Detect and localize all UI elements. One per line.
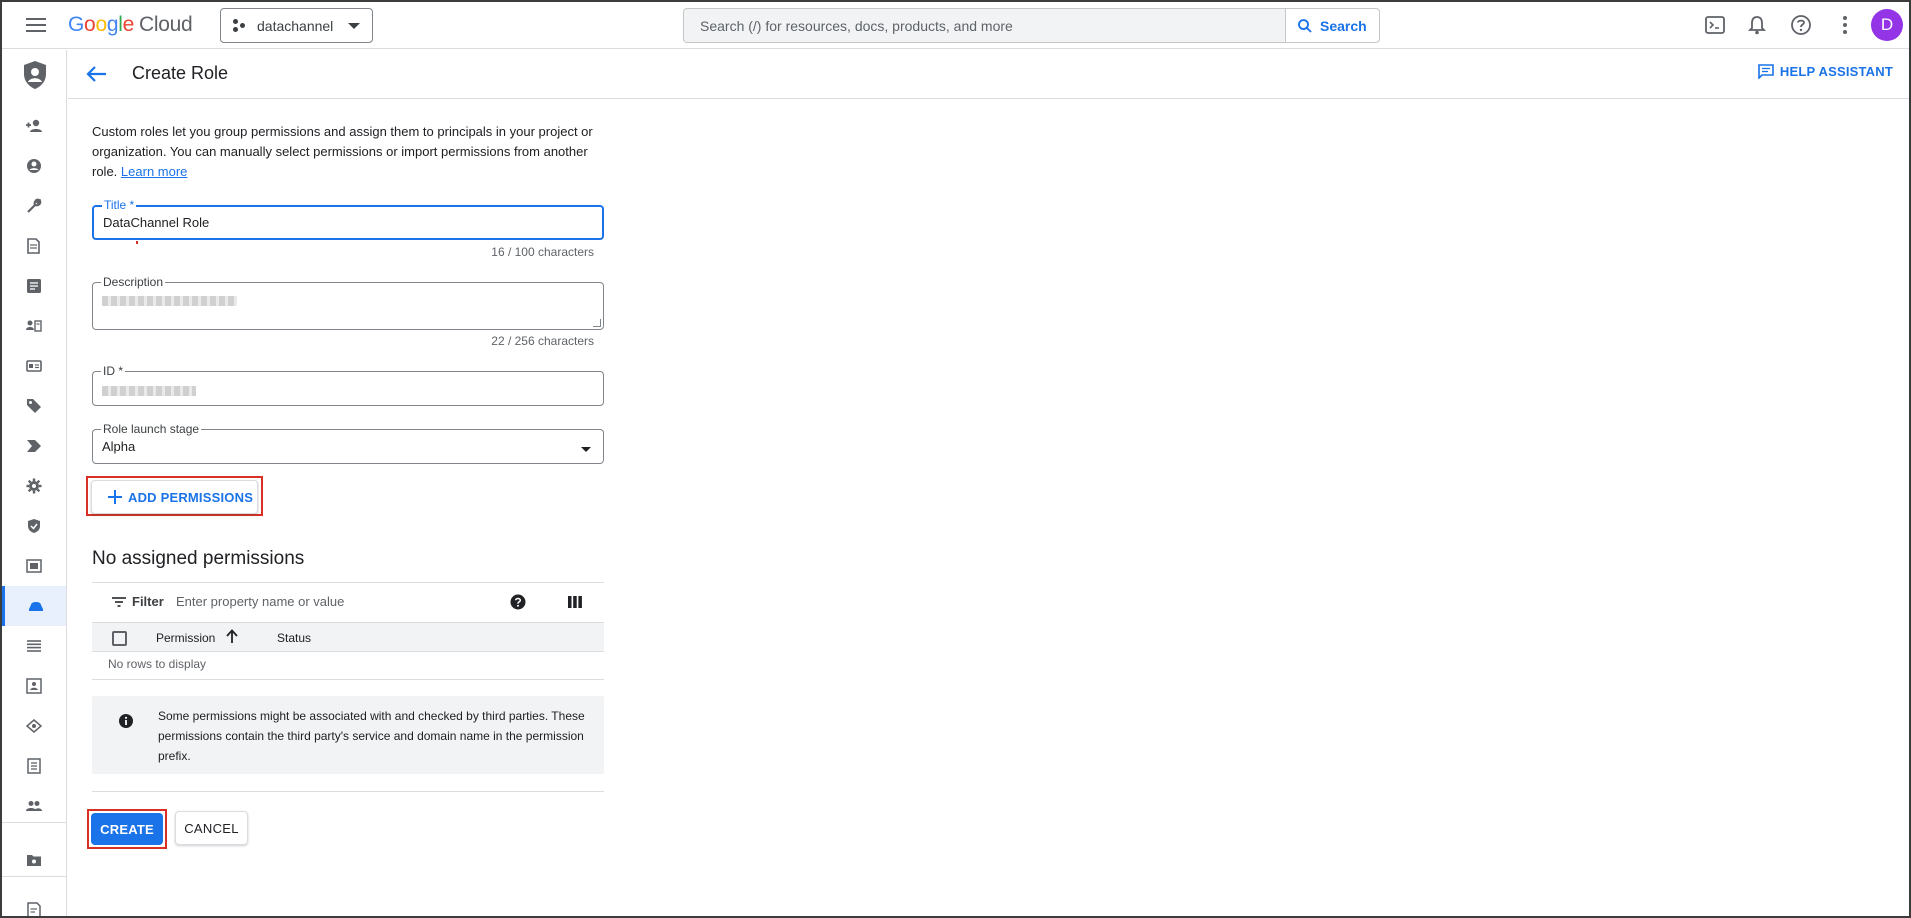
- title-field[interactable]: Title * DataChannel Role: [92, 198, 604, 240]
- description-label: Description: [101, 275, 166, 289]
- filter-input[interactable]: Enter property name or value: [176, 594, 496, 609]
- search-input[interactable]: Search (/) for resources, docs, products…: [700, 18, 1013, 34]
- filter-label: Filter: [132, 594, 164, 609]
- google-cloud-logo[interactable]: Google Cloud: [68, 13, 193, 37]
- back-arrow-icon[interactable]: [84, 62, 110, 86]
- add-permissions-button[interactable]: ADD PERMISSIONS: [91, 480, 258, 514]
- filter-icon: [112, 596, 126, 607]
- avatar[interactable]: D: [1871, 9, 1903, 41]
- top-bar: Google Cloud datachannel Search (/) for r…: [2, 2, 1909, 49]
- app-window: Google Cloud datachannel Search (/) for r…: [0, 0, 1911, 918]
- text-cursor-marker: [136, 241, 138, 244]
- iam-shield-icon[interactable]: [22, 60, 48, 90]
- rail-quota-icon[interactable]: [2, 746, 66, 786]
- launch-stage-label: Role launch stage: [101, 422, 202, 436]
- filter-bar: Filter Enter property name or value: [92, 582, 604, 622]
- description-char-counter: 22 / 256 characters: [491, 334, 594, 348]
- rail-tag-icon[interactable]: [2, 386, 66, 426]
- rail-divider: [2, 822, 66, 823]
- rail-release-notes-icon[interactable]: [2, 890, 66, 916]
- cancel-button[interactable]: CANCEL: [175, 811, 248, 845]
- more-vert-icon[interactable]: [1832, 12, 1858, 38]
- section-divider: [92, 791, 604, 792]
- rail-list-icon[interactable]: [2, 626, 66, 666]
- info-text: Some permissions might be associated wit…: [158, 709, 585, 763]
- plus-icon: [108, 490, 122, 504]
- rail-settings-icon[interactable]: [2, 466, 66, 506]
- column-header-permission[interactable]: Permission: [156, 631, 215, 645]
- id-input-redacted[interactable]: [102, 384, 196, 399]
- column-header-status[interactable]: Status: [277, 631, 311, 645]
- rail-add-person-icon[interactable]: [2, 106, 66, 146]
- rail-policy-doc-icon[interactable]: [2, 226, 66, 266]
- info-icon: [119, 714, 133, 728]
- launch-stage-value: Alpha: [102, 439, 136, 454]
- rail-org-icon[interactable]: [2, 666, 66, 706]
- rail-account-circle-icon[interactable]: [2, 146, 66, 186]
- project-name: datachannel: [257, 17, 334, 34]
- rail-divider: [2, 876, 66, 877]
- search-button[interactable]: Search: [1285, 9, 1379, 42]
- permissions-section-title: No assigned permissions: [92, 548, 305, 569]
- rail-logs-icon[interactable]: [2, 266, 66, 306]
- title-input[interactable]: DataChannel Role: [103, 215, 209, 230]
- notifications-icon[interactable]: [1744, 12, 1770, 38]
- description-field[interactable]: Description: [92, 275, 604, 330]
- rail-roles-icon[interactable]: [2, 586, 66, 626]
- column-display-icon[interactable]: [568, 595, 582, 609]
- third-party-info-box: Some permissions might be associated wit…: [92, 696, 604, 774]
- table-divider: [92, 679, 604, 680]
- permissions-table-header: Permission Status: [92, 622, 604, 652]
- rail-shield-icon[interactable]: [2, 506, 66, 546]
- select-all-checkbox[interactable]: [112, 631, 127, 646]
- add-permissions-label: ADD PERMISSIONS: [128, 489, 254, 505]
- search-bar[interactable]: Search (/) for resources, docs, products…: [683, 8, 1380, 43]
- rail-groups-icon[interactable]: [2, 786, 66, 826]
- sort-ascending-icon[interactable]: [226, 629, 238, 643]
- dropdown-arrow-icon: [581, 447, 591, 452]
- project-hub-icon: [233, 18, 247, 33]
- project-picker[interactable]: datachannel: [220, 8, 373, 43]
- learn-more-link[interactable]: Learn more: [121, 164, 187, 179]
- rail-privacy-icon[interactable]: [2, 706, 66, 746]
- search-icon: [1298, 18, 1312, 33]
- help-assistant-label: HELP ASSISTANT: [1779, 64, 1893, 79]
- rail-workload-identity-icon[interactable]: [2, 546, 66, 586]
- rail-label-icon[interactable]: [2, 426, 66, 466]
- launch-stage-select[interactable]: Role launch stage Alpha: [92, 422, 604, 464]
- rail-id-card-icon[interactable]: [2, 346, 66, 386]
- left-rail: [2, 50, 67, 916]
- main-menu-icon[interactable]: [24, 14, 48, 38]
- help-icon[interactable]: [1788, 12, 1814, 38]
- empty-table-message: No rows to display: [108, 657, 207, 671]
- page-title: Create Role: [132, 63, 229, 83]
- chevron-down-icon: [348, 23, 360, 29]
- intro-text: Custom roles let you group permissions a…: [92, 124, 593, 179]
- title-label: Title *: [102, 198, 137, 212]
- rail-wrench-icon[interactable]: [2, 186, 66, 226]
- rail-service-account-icon[interactable]: [2, 306, 66, 346]
- create-button[interactable]: CREATE: [91, 813, 163, 845]
- id-label: ID *: [101, 364, 126, 378]
- rail-folder-settings-icon[interactable]: [2, 840, 66, 880]
- search-button-label: Search: [1320, 17, 1367, 34]
- cloud-shell-icon[interactable]: [1702, 12, 1728, 38]
- page-header: Create Role HELP ASSISTANT: [68, 50, 1909, 99]
- resize-handle-icon[interactable]: [593, 319, 601, 327]
- filter-button[interactable]: Filter: [112, 594, 164, 609]
- chat-icon: [1758, 64, 1774, 79]
- title-char-counter: 16 / 100 characters: [491, 245, 594, 259]
- filter-help-icon[interactable]: [510, 594, 526, 610]
- help-assistant-button[interactable]: HELP ASSISTANT: [1758, 64, 1893, 79]
- description-input-redacted[interactable]: [102, 294, 237, 309]
- id-field[interactable]: ID *: [92, 364, 604, 406]
